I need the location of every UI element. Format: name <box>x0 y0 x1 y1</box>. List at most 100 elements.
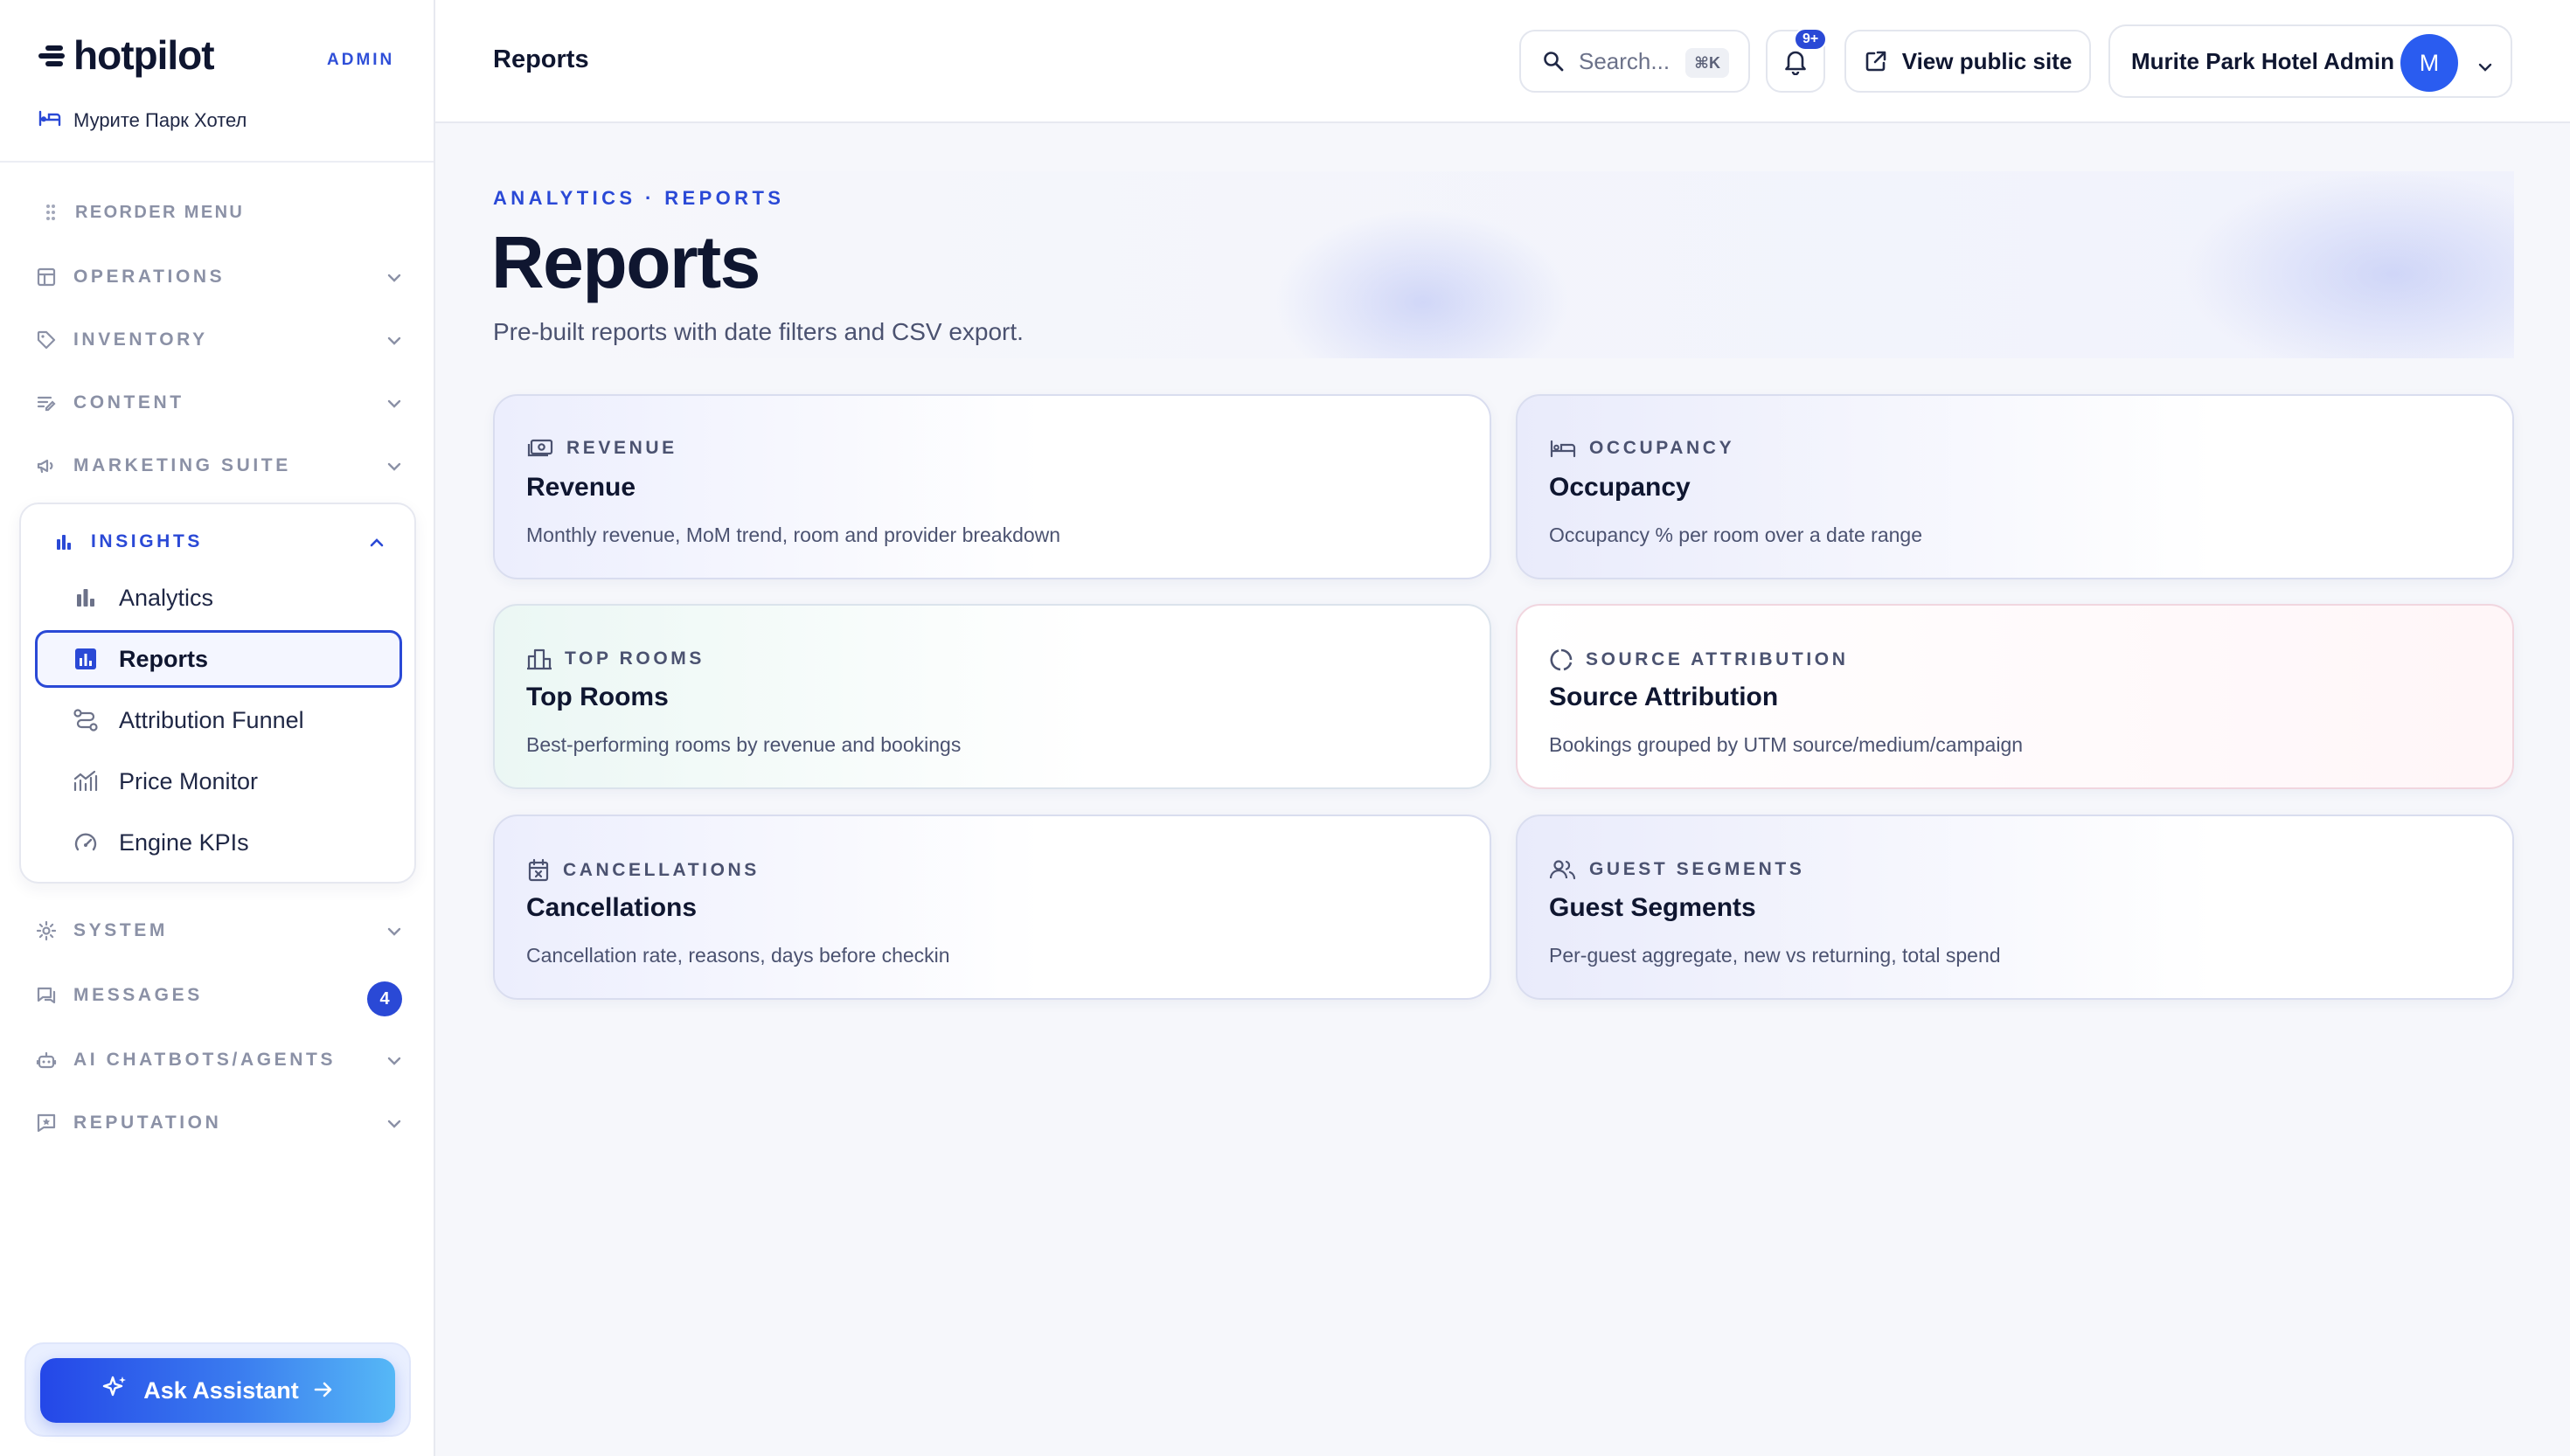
card-kicker: TOP ROOMS <box>526 648 705 670</box>
reorder-label: REORDER MENU <box>75 202 245 222</box>
sparkle-icon <box>101 1374 129 1408</box>
sidebar-group-label: REPUTATION <box>73 1113 222 1133</box>
sidebar-group-inventory[interactable]: INVENTORY <box>35 329 402 351</box>
card-title: Cancellations <box>526 893 698 922</box>
card-kicker: SOURCE ATTRIBUTION <box>1549 648 1848 672</box>
sidebar-group-marketing-suite[interactable]: MARKETING SUITE <box>35 454 402 477</box>
card-kicker-label: TOP ROOMS <box>565 648 705 669</box>
logo-mark-icon <box>38 42 68 68</box>
sidebar-item-reports[interactable]: Reports <box>35 630 402 688</box>
view-public-site-button[interactable]: View public site <box>1844 30 2091 93</box>
report-card-source-attribution[interactable]: SOURCE ATTRIBUTION Source Attribution Bo… <box>1516 604 2514 789</box>
admin-tag: ADMIN <box>327 51 395 69</box>
bed-icon <box>1549 438 1577 459</box>
sidebar-group-operations[interactable]: OPERATIONS <box>35 266 402 288</box>
messages-count-badge: 4 <box>367 981 402 1016</box>
search-shortcut: ⌘K <box>1685 48 1729 78</box>
hotel-name: Мурите Парк Хотел <box>73 109 247 131</box>
sidebar-item-label: Attribution Funnel <box>119 706 304 733</box>
arrow-right-icon <box>313 1377 334 1404</box>
search-input[interactable]: Search... ⌘K <box>1519 30 1750 93</box>
sidebar-group-messages[interactable]: MESSAGES 4 <box>35 981 402 1016</box>
card-title: Guest Segments <box>1549 893 1756 922</box>
sidebar-item-analytics[interactable]: Analytics <box>35 569 402 627</box>
drag-handle-icon <box>44 201 58 224</box>
assistant-panel: Ask Assistant <box>24 1342 411 1437</box>
chevron-down-icon <box>386 921 402 942</box>
bar-chart-icon <box>72 584 100 612</box>
external-link-icon <box>1864 49 1888 73</box>
sidebar-group-label: MARKETING SUITE <box>73 455 291 475</box>
sidebar-item-label: Reports <box>119 645 209 672</box>
sidebar-group-label: AI CHATBOTS/AGENTS <box>73 1050 337 1070</box>
card-description: Occupancy % per room over a date range <box>1549 523 1923 546</box>
donut-icon <box>1549 648 1573 672</box>
sidebar-group-label: SYSTEM <box>73 920 168 940</box>
sidebar-group-system[interactable]: SYSTEM <box>35 919 402 942</box>
trend-chart-icon <box>72 767 100 795</box>
layout-icon <box>35 266 58 288</box>
sidebar-group-label: OPERATIONS <box>73 267 226 287</box>
chevron-down-icon <box>2477 52 2493 79</box>
card-title: Revenue <box>526 473 636 502</box>
card-kicker-label: OCCUPANCY <box>1589 438 1735 458</box>
chat-icon <box>35 984 58 1007</box>
search-placeholder: Search... <box>1579 47 1670 74</box>
insights-toggle[interactable]: INSIGHTS <box>52 530 385 553</box>
megaphone-icon <box>35 454 58 477</box>
card-description: Cancellation rate, reasons, days before … <box>526 944 950 967</box>
reorder-menu-button[interactable]: REORDER MENU <box>44 201 411 224</box>
sidebar-item-label: Analytics <box>119 584 214 611</box>
card-kicker: CANCELLATIONS <box>526 858 760 883</box>
brand-logo[interactable]: hotpilot <box>38 31 215 79</box>
avatar: M <box>2400 34 2458 92</box>
sidebar-group-reputation[interactable]: REPUTATION <box>35 1112 402 1134</box>
notifications-badge: 9+ <box>1794 28 1828 51</box>
report-card-cancellations[interactable]: CANCELLATIONS Cancellations Cancellation… <box>493 815 1491 1000</box>
hotel-selector[interactable]: Мурите Парк Хотел <box>38 108 247 133</box>
review-icon <box>35 1112 58 1134</box>
report-card-top-rooms[interactable]: TOP ROOMS Top Rooms Best-performing room… <box>493 604 1491 789</box>
card-title: Source Attribution <box>1549 683 1779 711</box>
report-card-guest-segments[interactable]: GUEST SEGMENTS Guest Segments Per-guest … <box>1516 815 2514 1000</box>
sidebar-group-label: INVENTORY <box>73 329 208 350</box>
chevron-down-icon <box>386 1050 402 1071</box>
route-icon <box>72 706 100 734</box>
sidebar-item-price-monitor[interactable]: Price Monitor <box>35 752 402 810</box>
card-description: Monthly revenue, MoM trend, room and pro… <box>526 523 1061 546</box>
chevron-down-icon <box>386 1113 402 1134</box>
sidebar-group-label: MESSAGES <box>73 985 203 1005</box>
sidebar-group-content[interactable]: CONTENT <box>35 392 402 414</box>
chevron-down-icon <box>386 330 402 351</box>
account-menu-button[interactable]: Murite Park Hotel Admin M <box>2108 24 2512 98</box>
gauge-icon <box>72 829 100 856</box>
card-kicker-label: SOURCE ATTRIBUTION <box>1586 649 1849 669</box>
chevron-down-icon <box>386 393 402 414</box>
chevron-down-icon <box>386 456 402 477</box>
card-title: Top Rooms <box>526 683 669 711</box>
cash-icon <box>526 438 554 459</box>
notifications-button[interactable]: 9+ <box>1766 28 1828 93</box>
card-kicker: REVENUE <box>526 438 677 459</box>
card-description: Bookings grouped by UTM source/medium/ca… <box>1549 733 2024 756</box>
robot-icon <box>35 1049 58 1071</box>
users-icon <box>1549 858 1577 881</box>
sidebar-item-attribution-funnel[interactable]: Attribution Funnel <box>35 691 402 749</box>
bell-icon <box>1782 47 1809 75</box>
sidebar-item-engine-kpis[interactable]: Engine KPIs <box>35 814 402 871</box>
report-chart-icon <box>72 645 100 673</box>
chevron-up-icon <box>369 532 385 553</box>
card-kicker-label: REVENUE <box>566 438 677 458</box>
report-card-occupancy[interactable]: OCCUPANCY Occupancy Occupancy % per room… <box>1516 394 2514 579</box>
topbar: Reports Search... ⌘K 9+ View public site… <box>435 0 2570 123</box>
report-card-revenue[interactable]: REVENUE Revenue Monthly revenue, MoM tre… <box>493 394 1491 579</box>
insights-label: INSIGHTS <box>91 531 203 551</box>
breadcrumb: ANALYTICS · REPORTS <box>493 187 785 209</box>
sidebar-group-insights: INSIGHTS Analytics Reports Attribution F… <box>19 503 416 884</box>
edit-lines-icon <box>35 392 58 414</box>
card-kicker: GUEST SEGMENTS <box>1549 858 1804 881</box>
sidebar-group-ai-chatbots[interactable]: AI CHATBOTS/AGENTS <box>35 1049 402 1071</box>
card-kicker-label: CANCELLATIONS <box>563 860 760 880</box>
chevron-down-icon <box>386 267 402 288</box>
ask-assistant-button[interactable]: Ask Assistant <box>40 1358 395 1423</box>
